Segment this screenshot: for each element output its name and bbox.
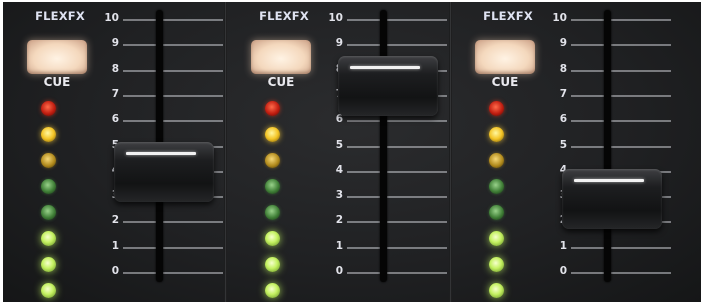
scale-line	[347, 145, 447, 148]
scale-number: 7	[111, 87, 119, 100]
channel-strip-2: FLEXFX CUE 109876543210	[227, 2, 450, 302]
meter-led	[489, 205, 504, 220]
scale-number: 2	[111, 214, 119, 227]
meter-led	[265, 179, 280, 194]
meter-led	[265, 153, 280, 168]
scale-number: 10	[104, 12, 119, 24]
cue-button[interactable]	[27, 40, 87, 74]
scale-number: 1	[111, 239, 119, 252]
scale-number: 5	[559, 138, 567, 151]
meter-led	[41, 101, 56, 116]
scale-number: 1	[335, 239, 343, 252]
scale-line	[123, 246, 223, 249]
scale-number: 9	[559, 37, 567, 50]
scale-line	[571, 120, 671, 123]
scale-number: 8	[111, 62, 119, 75]
scale-line	[347, 120, 447, 123]
scale-line	[347, 221, 447, 224]
meter-led	[41, 257, 56, 272]
meter-led	[41, 153, 56, 168]
meter-led	[265, 127, 280, 142]
meter-led	[265, 231, 280, 246]
scale-number: 6	[335, 113, 343, 126]
meter-led	[41, 205, 56, 220]
fader-indicator-line	[574, 179, 644, 183]
flexfx-label: FLEXFX	[259, 9, 309, 23]
fader-track	[604, 10, 611, 282]
scale-line	[571, 246, 671, 249]
flexfx-label: FLEXFX	[483, 9, 533, 23]
scale-number: 6	[559, 113, 567, 126]
cue-label: CUE	[43, 75, 71, 89]
scale-line	[571, 145, 671, 148]
scale-number: 0	[111, 265, 119, 277]
scale-number: 8	[559, 62, 567, 75]
meter-led	[489, 231, 504, 246]
scale-line	[347, 272, 447, 274]
meter-led	[489, 283, 504, 298]
scale-line	[123, 94, 223, 97]
meter-led	[41, 283, 56, 298]
scale-line	[347, 19, 447, 21]
scale-number: 0	[335, 265, 343, 277]
scale-line	[571, 69, 671, 72]
scale-line	[123, 272, 223, 274]
scale-line	[347, 246, 447, 249]
scale-number: 10	[328, 12, 343, 24]
channel-strip-3: FLEXFX CUE 109876543210	[451, 2, 701, 302]
fader-track	[380, 10, 387, 282]
meter-led	[489, 257, 504, 272]
scale-number: 1	[559, 239, 567, 252]
meter-led	[265, 257, 280, 272]
fader-knob[interactable]	[114, 141, 214, 202]
scale-line	[123, 120, 223, 123]
meter-led	[265, 283, 280, 298]
scale-number: 0	[559, 265, 567, 277]
scale-number: 9	[335, 37, 343, 50]
meter-led	[41, 231, 56, 246]
fader-indicator-line	[350, 65, 420, 69]
meter-led	[489, 101, 504, 116]
scale-number: 5	[335, 138, 343, 151]
meter-led	[489, 153, 504, 168]
meter-led	[265, 101, 280, 116]
scale-line	[123, 19, 223, 21]
meter-led	[489, 127, 504, 142]
cue-button[interactable]	[475, 40, 535, 74]
scale-line	[123, 69, 223, 72]
mixer-console: FLEXFX CUE 109876543210 FLEXFX CUE 10987…	[3, 2, 701, 302]
meter-led	[41, 127, 56, 142]
scale-line	[347, 170, 447, 173]
fader-knob[interactable]	[338, 55, 438, 116]
scale-line	[571, 272, 671, 274]
scale-number: 4	[335, 163, 343, 176]
scale-line	[571, 44, 671, 47]
scale-line	[571, 94, 671, 97]
scale-number: 7	[559, 87, 567, 100]
fader-knob[interactable]	[562, 169, 662, 230]
meter-led	[265, 205, 280, 220]
channel-strip-1: FLEXFX CUE 109876543210	[3, 2, 226, 302]
scale-number: 2	[335, 214, 343, 227]
cue-label: CUE	[491, 75, 519, 89]
fader-indicator-line	[126, 151, 196, 155]
scale-line	[123, 221, 223, 224]
scale-line	[347, 44, 447, 47]
scale-number: 3	[335, 189, 343, 202]
flexfx-label: FLEXFX	[35, 9, 85, 23]
scale-line	[123, 44, 223, 47]
scale-number: 9	[111, 37, 119, 50]
meter-led	[41, 179, 56, 194]
cue-button[interactable]	[251, 40, 311, 74]
cue-label: CUE	[267, 75, 295, 89]
scale-number: 6	[111, 113, 119, 126]
scale-line	[347, 196, 447, 199]
meter-led	[489, 179, 504, 194]
scale-line	[571, 19, 671, 21]
scale-number: 10	[552, 12, 567, 24]
